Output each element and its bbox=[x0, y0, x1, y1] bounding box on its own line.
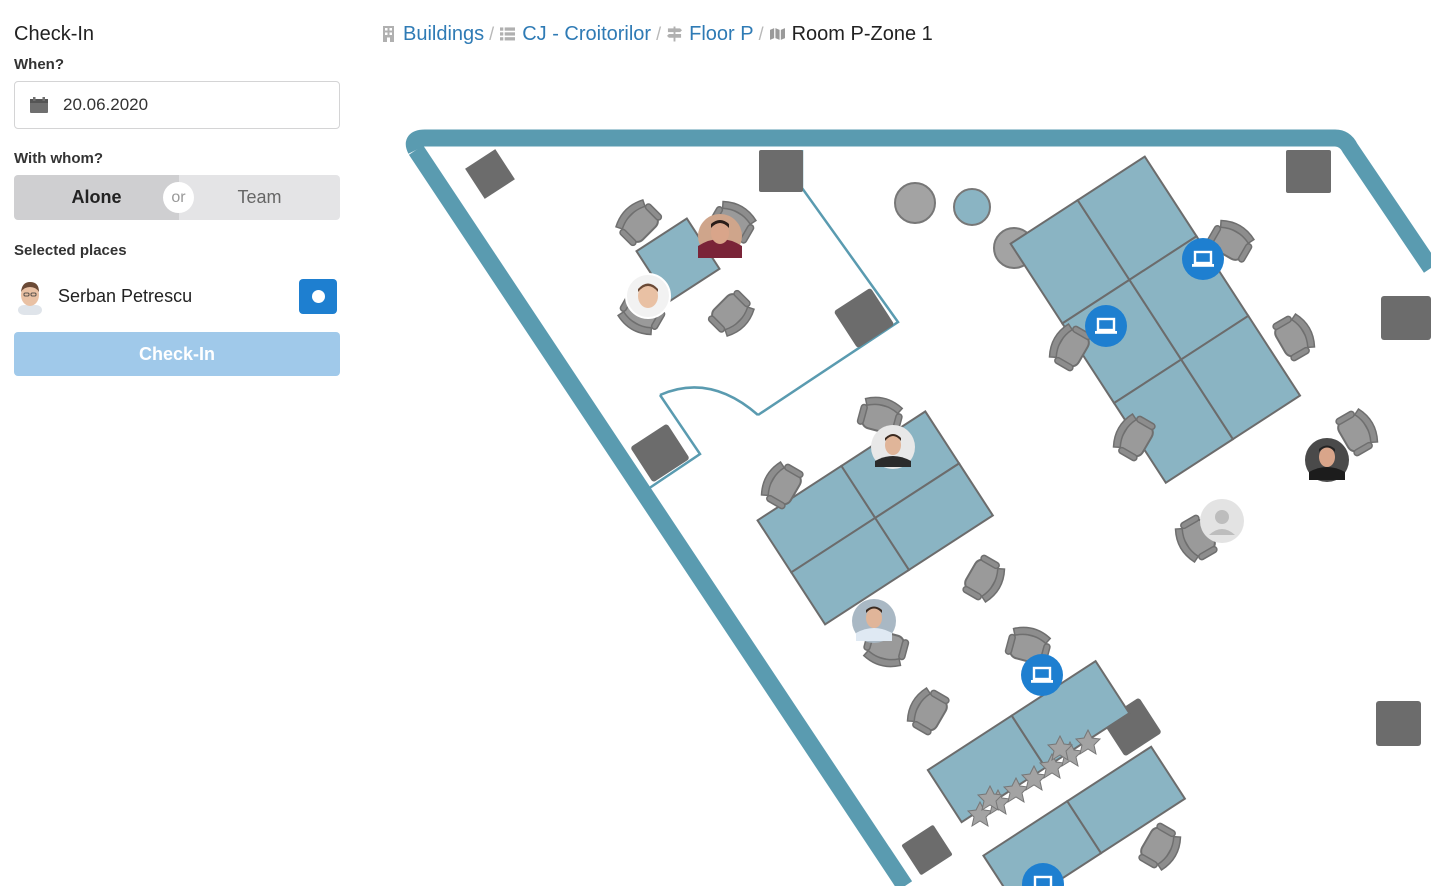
breadcrumb-separator: / bbox=[489, 23, 495, 44]
date-value: 20.06.2020 bbox=[63, 95, 149, 114]
occupied-desk-avatar[interactable] bbox=[1305, 438, 1349, 482]
with-whom-label: With whom? bbox=[14, 150, 104, 167]
breadcrumb-label: Floor P bbox=[689, 22, 754, 45]
selected-place-name: Serban Petrescu bbox=[58, 286, 193, 306]
pillar bbox=[759, 150, 803, 192]
floor-map[interactable] bbox=[380, 108, 1431, 886]
selected-place-checkbox[interactable] bbox=[299, 279, 337, 314]
available-desk-pin[interactable] bbox=[1083, 303, 1129, 349]
pillar bbox=[1381, 296, 1431, 340]
breadcrumb-floor[interactable]: Floor P bbox=[667, 22, 754, 46]
breadcrumb-separator: / bbox=[758, 23, 764, 44]
occupied-desk-avatar[interactable] bbox=[871, 425, 915, 469]
available-desk-pin[interactable] bbox=[1180, 236, 1226, 282]
date-field[interactable]: 20.06.2020 bbox=[14, 81, 340, 129]
lounge-seat bbox=[894, 182, 936, 224]
floor-plan bbox=[405, 129, 1431, 886]
when-label: When? bbox=[14, 56, 64, 73]
or-divider: or bbox=[163, 182, 194, 213]
pillar bbox=[1376, 701, 1421, 746]
building-icon bbox=[383, 26, 394, 42]
with-whom-toggle: Alone Team or bbox=[14, 175, 340, 220]
breadcrumb-separator: / bbox=[656, 23, 662, 44]
occupied-desk-avatar[interactable] bbox=[625, 273, 671, 319]
desk-cluster bbox=[1009, 155, 1302, 485]
breadcrumb: Buildings / CJ - Croitorilor / Floor P /… bbox=[381, 20, 933, 48]
lounge-seat bbox=[953, 188, 991, 226]
pillar bbox=[902, 825, 952, 875]
occupied-desk-avatar[interactable] bbox=[698, 214, 742, 258]
pillar bbox=[834, 288, 894, 348]
breadcrumb-room: Room P-Zone 1 bbox=[769, 22, 933, 46]
list-icon bbox=[500, 27, 516, 41]
alone-option[interactable]: Alone bbox=[14, 175, 179, 220]
team-option[interactable]: Team bbox=[179, 175, 340, 220]
breadcrumb-building[interactable]: CJ - Croitorilor bbox=[500, 23, 651, 46]
signpost-icon bbox=[667, 26, 683, 42]
panel-title: Check-In bbox=[14, 23, 95, 45]
breadcrumb-label: Buildings bbox=[403, 22, 485, 45]
breadcrumb-label: Room P-Zone 1 bbox=[791, 22, 933, 45]
pillar bbox=[1286, 150, 1331, 193]
selected-places-label: Selected places bbox=[14, 242, 127, 259]
map-icon bbox=[769, 28, 785, 40]
occupied-desk-avatar[interactable] bbox=[1200, 499, 1244, 543]
occupied-desk-avatar[interactable] bbox=[852, 599, 896, 643]
pillar bbox=[465, 149, 515, 199]
selected-place-row: Serban Petrescu bbox=[14, 278, 340, 316]
checkin-button[interactable]: Check-In bbox=[14, 332, 340, 376]
checkin-panel: Check-In When? 20.06.2020 With whom? Alo… bbox=[14, 20, 340, 376]
available-desk-pin[interactable] bbox=[1019, 652, 1065, 698]
breadcrumb-buildings[interactable]: Buildings bbox=[381, 23, 484, 46]
checkbox-dot bbox=[312, 290, 325, 303]
calendar-icon bbox=[30, 97, 48, 113]
avatar bbox=[18, 282, 42, 315]
breadcrumb-label: CJ - Croitorilor bbox=[522, 22, 652, 45]
